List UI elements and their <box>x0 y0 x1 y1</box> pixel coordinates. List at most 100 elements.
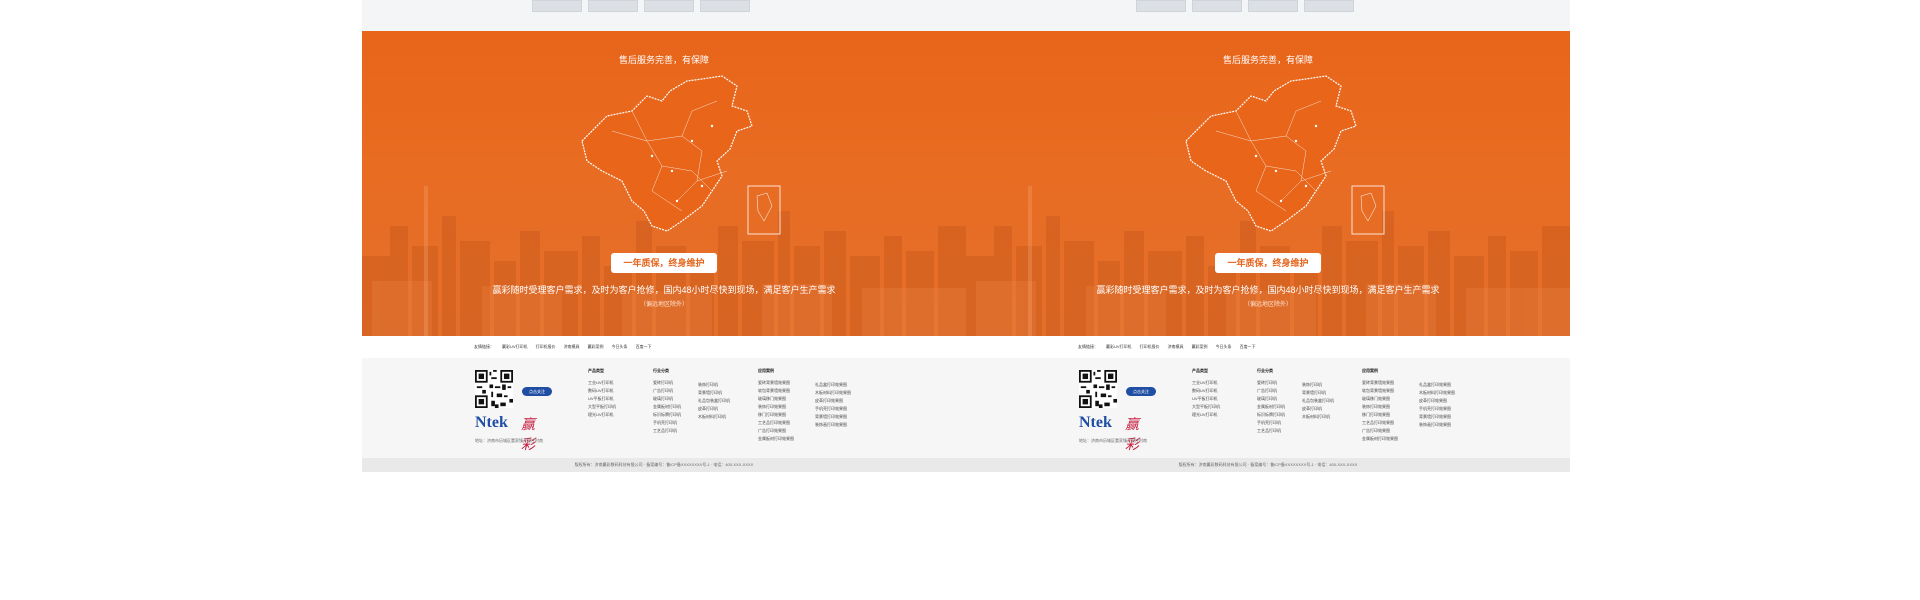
footer-link[interactable]: 软包背景墙效果图 <box>1362 387 1398 395</box>
footer-column: 应用案例 瓷砖背景墙效果图 软包背景墙效果图 玻璃移门效果图 装饰打印效果图 移门打印效果… <box>758 368 794 443</box>
friend-link[interactable]: 百度一下 <box>1240 344 1256 350</box>
warranty-badge: 一年质保，终身维护 <box>611 253 717 273</box>
footer-link[interactable]: 装饰打印效果图 <box>1362 403 1398 411</box>
footer-column: 礼品盒打印效果图 木板材料打印效果图 皮革打印效果图 手机壳打印效果图 背景墙打印效果图… <box>1419 381 1455 429</box>
footer-link[interactable]: 木板材料打印效果图 <box>815 389 851 397</box>
friend-links: 赢彩UV打印机 打印机报价 济南模具 赢彩案例 今日头条 百度一下 <box>1106 344 1256 350</box>
footer-link[interactable]: 软包背景墙效果图 <box>758 387 794 395</box>
friend-link[interactable]: 赢彩案例 <box>1192 344 1208 350</box>
footer-link[interactable]: 装饰画打印效果图 <box>815 421 851 429</box>
footer-link[interactable]: 工艺品打印机 <box>1257 427 1285 435</box>
footer-link[interactable]: 广告打印机 <box>1257 387 1285 395</box>
footer-link[interactable]: 装饰打印机 <box>698 381 730 389</box>
footer-link[interactable]: 木板材料打印效果图 <box>1419 389 1455 397</box>
logo-text: Ntek <box>475 414 508 431</box>
thumbnail[interactable] <box>700 0 750 12</box>
friend-link[interactable]: 打印机报价 <box>536 344 556 350</box>
footer-link[interactable]: 金属板材打印效果图 <box>758 435 794 443</box>
thumbnail[interactable] <box>1192 0 1242 12</box>
footer-link[interactable]: 手机壳打印机 <box>1257 419 1285 427</box>
footer-link[interactable]: UV平板打印机 <box>1192 395 1220 403</box>
friend-link[interactable]: 今日头条 <box>1216 344 1232 350</box>
thumbnail[interactable] <box>532 0 582 12</box>
footer-link[interactable]: 礼品盒打印效果图 <box>1419 381 1455 389</box>
footer-link[interactable]: 理光UV打印机 <box>588 411 616 419</box>
footer-link[interactable]: 手机壳打印效果图 <box>815 405 851 413</box>
footer-link[interactable]: 工业UV打印机 <box>1192 379 1220 387</box>
footer-link[interactable]: 礼品盒打印效果图 <box>815 381 851 389</box>
footer-link[interactable]: 手机壳打印机 <box>653 419 681 427</box>
friend-link[interactable]: 赢彩UV打印机 <box>502 344 528 350</box>
footer-link[interactable]: 标识标牌打印机 <box>653 411 681 419</box>
footer-link[interactable]: 玻璃移门效果图 <box>758 395 794 403</box>
follow-button[interactable]: 点击关注 <box>522 387 552 396</box>
footer-link[interactable]: 背景墙打印机 <box>1302 389 1334 397</box>
footer-link[interactable]: 装饰打印机 <box>1302 381 1334 389</box>
footer-link[interactable]: 工艺品打印机 <box>653 427 681 435</box>
friend-link[interactable]: 打印机报价 <box>1140 344 1160 350</box>
footer-link[interactable]: 手机壳打印效果图 <box>1419 405 1455 413</box>
footer-link[interactable]: 瓷砖打印机 <box>1257 379 1285 387</box>
footer-link[interactable]: 木板材料打印机 <box>698 413 730 421</box>
site-footer: 点击关注 Ntek 赢彩 地址：济南市历城区董家镇孙家庄村南 产品类型 工业UV打… <box>966 358 1570 458</box>
friend-link[interactable]: 今日头条 <box>612 344 628 350</box>
footer-link[interactable]: 数码UV打印机 <box>588 387 616 395</box>
footer-link[interactable]: 广告打印机 <box>653 387 681 395</box>
thumbnail[interactable] <box>1304 0 1354 12</box>
footer-link[interactable]: 金属板材打印效果图 <box>1362 435 1398 443</box>
site-footer: 点击关注 Ntek 赢彩 地址：济南市历城区董家镇孙家庄村南 产品类型 工业UV打… <box>362 358 966 458</box>
footer-link[interactable]: 广告打印效果图 <box>1362 427 1398 435</box>
footer-link[interactable]: 皮革打印机 <box>1302 405 1334 413</box>
footer-link[interactable]: 礼品包装盒打印机 <box>698 397 730 405</box>
footer-link[interactable]: 工艺品打印效果图 <box>1362 419 1398 427</box>
thumbnail[interactable] <box>1248 0 1298 12</box>
footer-link[interactable]: 移门打印效果图 <box>1362 411 1398 419</box>
footer-link[interactable]: 木板材料打印机 <box>1302 413 1334 421</box>
footer-link[interactable]: 标识标牌打印机 <box>1257 411 1285 419</box>
footer-link[interactable]: 数码UV打印机 <box>1192 387 1220 395</box>
friend-link[interactable]: 济南模具 <box>1168 344 1184 350</box>
footer-link[interactable]: 金属板材打印机 <box>1257 403 1285 411</box>
footer-link[interactable]: 瓷砖背景墙效果图 <box>1362 379 1398 387</box>
footer-link[interactable]: 装饰打印效果图 <box>758 403 794 411</box>
footer-link[interactable]: 装饰画打印效果图 <box>1419 421 1455 429</box>
footer-link[interactable]: 工业UV打印机 <box>588 379 616 387</box>
footer-link[interactable]: 皮革打印效果图 <box>815 397 851 405</box>
thumbnail[interactable] <box>1136 0 1186 12</box>
qr-code-icon <box>1079 370 1117 408</box>
footer-link[interactable]: 皮革打印机 <box>698 405 730 413</box>
footer-link[interactable]: 金属板材打印机 <box>653 403 681 411</box>
footer-link[interactable]: 广告打印效果图 <box>758 427 794 435</box>
footer-link[interactable]: 大型平板打印机 <box>1192 403 1220 411</box>
footer-link[interactable]: 背景墙打印机 <box>698 389 730 397</box>
friend-link[interactable]: 百度一下 <box>636 344 652 350</box>
product-thumbnails <box>532 0 750 12</box>
footer-link[interactable]: 大型平板打印机 <box>588 403 616 411</box>
logo-cn-text: 赢彩 <box>521 417 535 453</box>
footer-link[interactable]: UV平板打印机 <box>588 395 616 403</box>
ntek-logo[interactable]: Ntek 赢彩 <box>1079 414 1149 453</box>
footer-link[interactable]: 玻璃打印机 <box>1257 395 1285 403</box>
friend-link[interactable]: 赢彩案例 <box>588 344 604 350</box>
footer-link[interactable]: 背景墙打印效果图 <box>1419 413 1455 421</box>
top-strip <box>362 0 966 31</box>
footer-link[interactable]: 瓷砖打印机 <box>653 379 681 387</box>
thumbnail[interactable] <box>588 0 638 12</box>
footer-link[interactable]: 移门打印效果图 <box>758 411 794 419</box>
footer-link[interactable]: 理光UV打印机 <box>1192 411 1220 419</box>
footer-link[interactable]: 玻璃移门效果图 <box>1362 395 1398 403</box>
ntek-logo[interactable]: Ntek 赢彩 <box>475 414 545 453</box>
friend-link[interactable]: 赢彩UV打印机 <box>1106 344 1132 350</box>
footer-link[interactable]: 玻璃打印机 <box>653 395 681 403</box>
footer-link[interactable]: 背景墙打印效果图 <box>815 413 851 421</box>
footer-link[interactable]: 皮革打印效果图 <box>1419 397 1455 405</box>
hero-title: 售后服务完善，有保障 <box>1222 55 1313 65</box>
footer-link[interactable]: 瓷砖背景墙效果图 <box>758 379 794 387</box>
follow-button[interactable]: 点击关注 <box>1126 387 1156 396</box>
footer-link[interactable]: 工艺品打印效果图 <box>758 419 794 427</box>
footer-link[interactable]: 礼品包装盒打印机 <box>1302 397 1334 405</box>
friend-link[interactable]: 济南模具 <box>564 344 580 350</box>
thumbnail[interactable] <box>644 0 694 12</box>
footer-column: 应用案例 瓷砖背景墙效果图 软包背景墙效果图 玻璃移门效果图 装饰打印效果图 移门打印效果… <box>1362 368 1398 443</box>
friend-links-label: 友情链接： <box>474 344 494 349</box>
